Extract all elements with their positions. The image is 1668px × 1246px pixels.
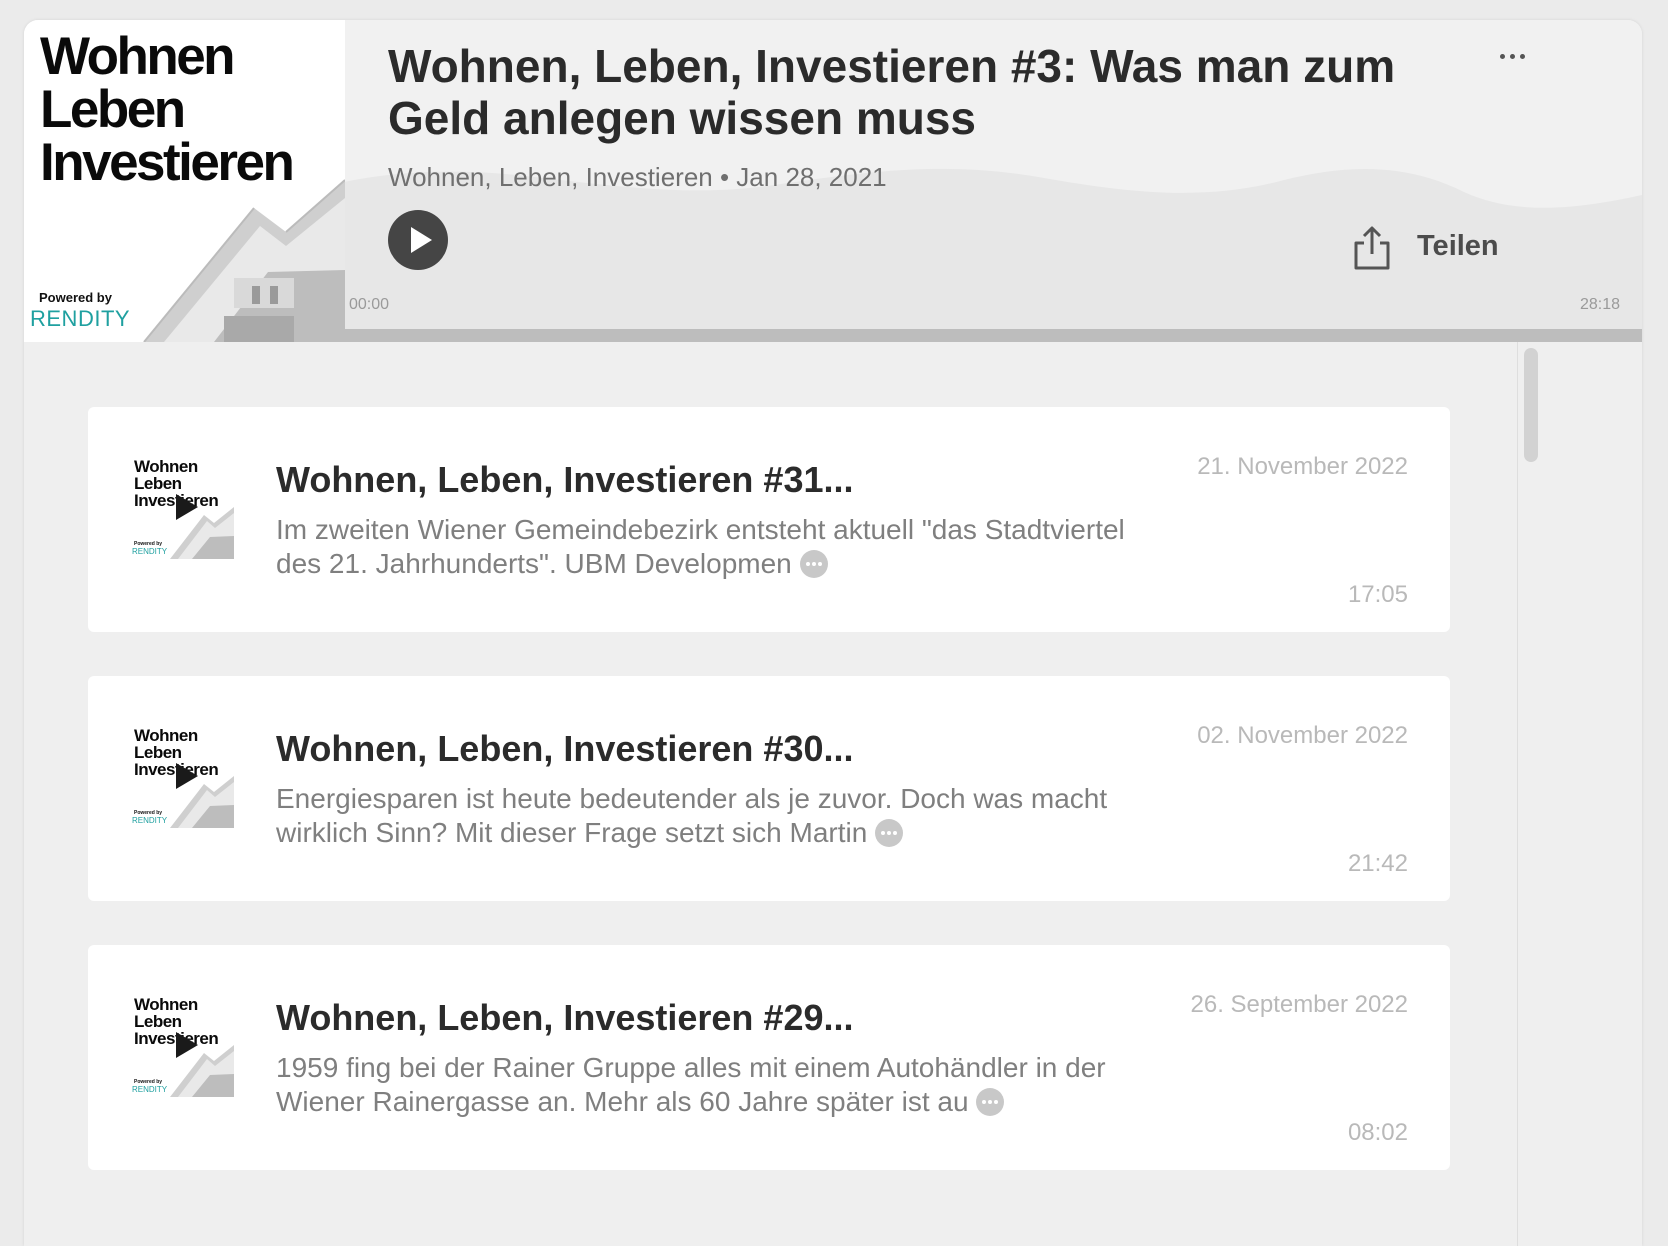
- ellipsis-icon[interactable]: [976, 1088, 1005, 1116]
- play-button[interactable]: [388, 210, 448, 270]
- episode-card-description: Energiesparen ist heute bedeutender als …: [276, 783, 1108, 848]
- episode-card-description: Im zweiten Wiener Gemeindebezirk entsteh…: [276, 514, 1125, 579]
- scrollbar-thumb[interactable]: [1524, 348, 1538, 462]
- episode-thumbnail: Wohnen Leben Investieren Powered by REND…: [130, 993, 234, 1097]
- episode-card-duration: 08:02: [1347, 1119, 1408, 1146]
- total-time: 28:18: [1579, 296, 1620, 313]
- episode-thumbnail: Wohnen Leben Investieren Powered by REND…: [130, 455, 234, 559]
- share-button[interactable]: Teilen: [1417, 230, 1499, 263]
- episode-card-date: 21. November 2022: [1197, 453, 1408, 480]
- podcast-cover: Wohnen Leben Investieren Powered by REND…: [24, 20, 345, 342]
- current-time: 00:00: [349, 296, 390, 313]
- episode-card-date: 02. November 2022: [1197, 722, 1408, 749]
- play-icon: [411, 227, 432, 253]
- episode-card-duration: 17:05: [1347, 581, 1408, 608]
- cover-title: Wohnen Leben Investieren: [40, 27, 295, 192]
- play-icon[interactable]: [172, 1029, 202, 1061]
- player-header: Wohnen Leben Investieren Powered by REND…: [24, 20, 1642, 342]
- ellipsis-icon[interactable]: [875, 819, 904, 847]
- cover-brand-logo: RENDITY: [30, 306, 131, 331]
- episode-card-title: Wohnen, Leben, Investieren #29...: [276, 997, 854, 1038]
- episode-card[interactable]: Wohnen Leben Investieren Powered by REND…: [88, 945, 1450, 1170]
- thumbnail-brand: RENDITY: [132, 816, 168, 825]
- episode-card-duration: 21:42: [1347, 850, 1408, 877]
- episode-card-date: 26. September 2022: [1190, 991, 1409, 1018]
- episode-card-description: 1959 fing bei der Rainer Gruppe alles mi…: [276, 1052, 1106, 1117]
- progress-bar[interactable]: [345, 329, 1642, 342]
- more-dots-icon[interactable]: [1500, 50, 1526, 64]
- episode-card[interactable]: Wohnen Leben Investieren Powered by REND…: [88, 407, 1450, 632]
- ellipsis-icon[interactable]: [799, 550, 828, 578]
- podcast-player: Wohnen Leben Investieren Powered by REND…: [24, 20, 1642, 1246]
- episode-title: Wohnen, Leben, Investieren #3: Was man z…: [388, 40, 1396, 144]
- cover-powered-by: Powered by: [39, 290, 112, 305]
- episode-meta: Wohnen, Leben, Investieren • Jan 28, 202…: [388, 162, 887, 192]
- play-icon[interactable]: [172, 760, 202, 792]
- episode-card[interactable]: Wohnen Leben Investieren Powered by REND…: [88, 676, 1450, 901]
- scrollbar-track: [1517, 342, 1518, 1246]
- episode-thumbnail: Wohnen Leben Investieren Powered by REND…: [130, 724, 234, 828]
- share-icon[interactable]: [1353, 226, 1391, 270]
- episode-list: Wohnen Leben Investieren Powered by REND…: [24, 342, 1642, 1246]
- thumbnail-brand: RENDITY: [132, 1085, 168, 1094]
- play-icon[interactable]: [172, 491, 202, 523]
- episode-card-title: Wohnen, Leben, Investieren #31...: [276, 459, 854, 500]
- thumbnail-brand: RENDITY: [132, 547, 168, 556]
- episode-card-title: Wohnen, Leben, Investieren #30...: [276, 728, 854, 769]
